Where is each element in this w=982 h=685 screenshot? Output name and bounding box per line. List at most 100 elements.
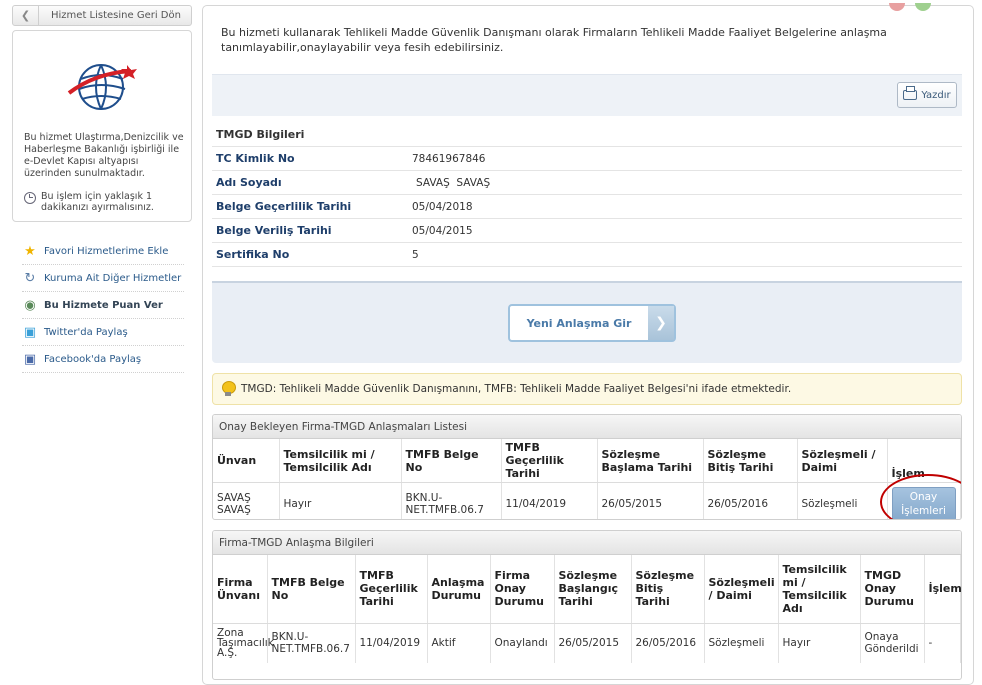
ministry-logo-icon (67, 64, 137, 110)
info-value: 78461967846 (412, 152, 486, 165)
main-panel: Bu hizmeti kullanarak Tehlikeli Madde Gü… (202, 3, 974, 685)
ministry-info-card: Bu hizmet Ulaştırma,Denizcilik ve Haberl… (12, 30, 192, 222)
cell-baslama: 26/05/2015 (597, 482, 704, 519)
column-header: Sözleşmeli / Daimi (797, 439, 888, 483)
sidebar-item-label: Facebook'da Paylaş (44, 353, 142, 365)
sidebar-item-label: Favori Hizmetlerime Ekle (44, 245, 169, 257)
column-header: Temsilcilik mi / Temsilcilik Adı (778, 555, 861, 624)
sidebar-links: ★ Favori Hizmetlerime Ekle ↻ Kuruma Ait … (22, 238, 184, 373)
cell-belge-no: BKN.U-NET.TMFB.06.7 (267, 623, 356, 663)
table-header-row: Ünvan Temsilcilik mi / Temsilcilik Adı T… (213, 439, 961, 483)
print-button[interactable]: Yazdır (897, 82, 957, 108)
section-heading: TMGD Bilgileri (216, 128, 305, 141)
cell-belge-no: BKN.U-NET.TMFB.06.7 (401, 482, 502, 519)
print-label: Yazdır (921, 89, 951, 101)
info-row-issue-date: Belge Veriliş Tarihi 05/04/2015 (212, 219, 962, 243)
cell-temsilcilik: Hayır (279, 482, 402, 519)
column-header: Firma Onay Durumu (490, 555, 555, 624)
table-row: Zona Taşımacılık A.Ş. BKN.U-NET.TMFB.06.… (213, 623, 961, 663)
column-header: TMFB Geçerlilik Tarihi (355, 555, 428, 624)
service-provider-info: Bu hizmet Ulaştırma,Denizcilik ve Haberl… (24, 132, 184, 179)
sidebar-item-share-facebook[interactable]: ▣ Facebook'da Paylaş (22, 346, 184, 373)
sidebar-item-share-twitter[interactable]: ▣ Twitter'da Paylaş (22, 319, 184, 346)
printer-icon (903, 86, 918, 100)
cell-firma-onay: Onaylandı (490, 623, 555, 663)
column-header: Sözleşmeli / Daimi (704, 555, 779, 624)
info-label: Belge Geçerlilik Tarihi (216, 200, 352, 213)
sidebar-item-rate-service[interactable]: ◉ Bu Hizmete Puan Ver (22, 292, 184, 319)
chevron-right-icon: ❯ (648, 306, 674, 340)
tmgd-info-table: TMGD Bilgileri TC Kimlik No 78461967846 … (212, 123, 962, 267)
column-header: Sözleşme Başlangıç Tarihi (554, 555, 632, 624)
info-label: TC Kimlik No (216, 152, 295, 165)
agreement-info-table: Firma Ünvanı TMFB Belge No TMFB Geçerlil… (213, 555, 961, 663)
notice-text: TMGD: Tehlikeli Madde Güvenlik Danışmanı… (241, 383, 792, 395)
duration-info: Bu işlem için yaklaşık 1 dakikanızı ayır… (24, 191, 184, 213)
abbreviation-notice: TMGD: Tehlikeli Madde Güvenlik Danışmanı… (212, 373, 962, 405)
sidebar-item-label: Kuruma Ait Diğer Hizmetler (44, 272, 182, 284)
cell-baslangic: 26/05/2015 (554, 623, 632, 663)
service-description: Bu hizmeti kullanarak Tehlikeli Madde Gü… (221, 26, 887, 54)
tmgd-info-heading: TMGD Bilgileri (212, 123, 962, 147)
table-header-row: Firma Ünvanı TMFB Belge No TMFB Geçerlil… (213, 555, 961, 624)
cell-islem: - (924, 623, 961, 663)
back-to-service-list-button[interactable]: ❮ Hizmet Listesine Geri Dön (12, 5, 192, 26)
column-header: Sözleşme Bitiş Tarihi (631, 555, 705, 624)
column-header: Sözleşme Bitiş Tarihi (703, 439, 798, 483)
cell-temsilcilik: Hayır (778, 623, 861, 663)
info-value: 05/04/2015 (412, 224, 473, 237)
sidebar-item-other-services[interactable]: ↻ Kuruma Ait Diğer Hizmetler (22, 265, 184, 292)
cell-bitis: 26/05/2016 (703, 482, 798, 519)
sidebar-item-label: Bu Hizmete Puan Ver (44, 299, 163, 311)
info-row-validity: Belge Geçerlilik Tarihi 05/04/2018 (212, 195, 962, 219)
column-header: TMFB Belge No (267, 555, 356, 624)
info-row-tc: TC Kimlik No 78461967846 (212, 147, 962, 171)
new-agreement-button[interactable]: Yeni Anlaşma Gir ❯ (508, 304, 676, 342)
info-row-name: Adı Soyadı SAVAŞ SAVAŞ (212, 171, 962, 195)
section-title: Onay Bekleyen Firma-TMGD Anlaşmaları Lis… (213, 415, 961, 439)
arrow-icon: ↻ (24, 270, 36, 286)
info-label: Sertifika No (216, 248, 290, 261)
cell-gecerlilik: 11/04/2019 (501, 482, 598, 519)
cell-firma: Zona Taşımacılık A.Ş. (213, 623, 274, 663)
cell-tur: Sözleşmeli (797, 482, 888, 519)
info-label: Adı Soyadı (216, 176, 282, 189)
column-header: TMGD Onay Durumu (860, 555, 925, 624)
facebook-icon: ▣ (23, 351, 37, 367)
sidebar-item-label: Twitter'da Paylaş (44, 326, 128, 338)
cell-anlasma: Aktif (427, 623, 491, 663)
chevron-left-icon: ❮ (13, 6, 39, 25)
cell-tmgd-onay: Onaya Gönderildi (860, 623, 925, 663)
decoration-icon (889, 3, 931, 11)
info-label: Belge Veriliş Tarihi (216, 224, 332, 237)
column-header: Firma Ünvanı (213, 555, 268, 624)
sidebar-item-add-favorite[interactable]: ★ Favori Hizmetlerime Ekle (22, 238, 184, 265)
table-row: SAVAŞ SAVAŞ Hayır BKN.U-NET.TMFB.06.7 11… (213, 482, 961, 519)
duration-text: Bu işlem için yaklaşık 1 dakikanızı ayır… (41, 191, 154, 213)
cell-bitis: 26/05/2016 (631, 623, 705, 663)
pending-agreements-table: Ünvan Temsilcilik mi / Temsilcilik Adı T… (213, 439, 961, 519)
column-header: Ünvan (213, 439, 280, 483)
lightbulb-icon (222, 381, 236, 397)
section-title: Firma-TMGD Anlaşma Bilgileri (213, 531, 961, 555)
column-header: TMFB Belge No (401, 439, 502, 483)
back-button-label: Hizmet Listesine Geri Dön (51, 10, 181, 21)
column-header: İşlem (924, 555, 961, 624)
cell-unvan: SAVAŞ SAVAŞ (213, 482, 280, 519)
info-value: SAVAŞ SAVAŞ (416, 176, 491, 189)
column-header: Sözleşme Başlama Tarihi (597, 439, 704, 483)
pending-agreements-section: Onay Bekleyen Firma-TMGD Anlaşmaları Lis… (212, 414, 962, 520)
star-icon: ★ (24, 243, 36, 259)
cell-tur: Sözleşmeli (704, 623, 779, 663)
info-value: 5 (412, 248, 419, 261)
info-value: 05/04/2018 (412, 200, 473, 213)
action-band: Yeni Anlaşma Gir ❯ (212, 281, 962, 363)
column-header: Anlaşma Durumu (427, 555, 491, 624)
agreement-info-section: Firma-TMGD Anlaşma Bilgileri Firma Ünvan… (212, 530, 962, 680)
new-agreement-label: Yeni Anlaşma Gir (526, 316, 632, 330)
info-row-certificate: Sertifika No 5 (212, 243, 962, 267)
column-header: Temsilcilik mi / Temsilcilik Adı (279, 439, 402, 483)
cell-gecerlilik: 11/04/2019 (355, 623, 428, 663)
rating-icon: ◉ (24, 297, 36, 313)
toolbar: Yazdır (212, 74, 962, 116)
